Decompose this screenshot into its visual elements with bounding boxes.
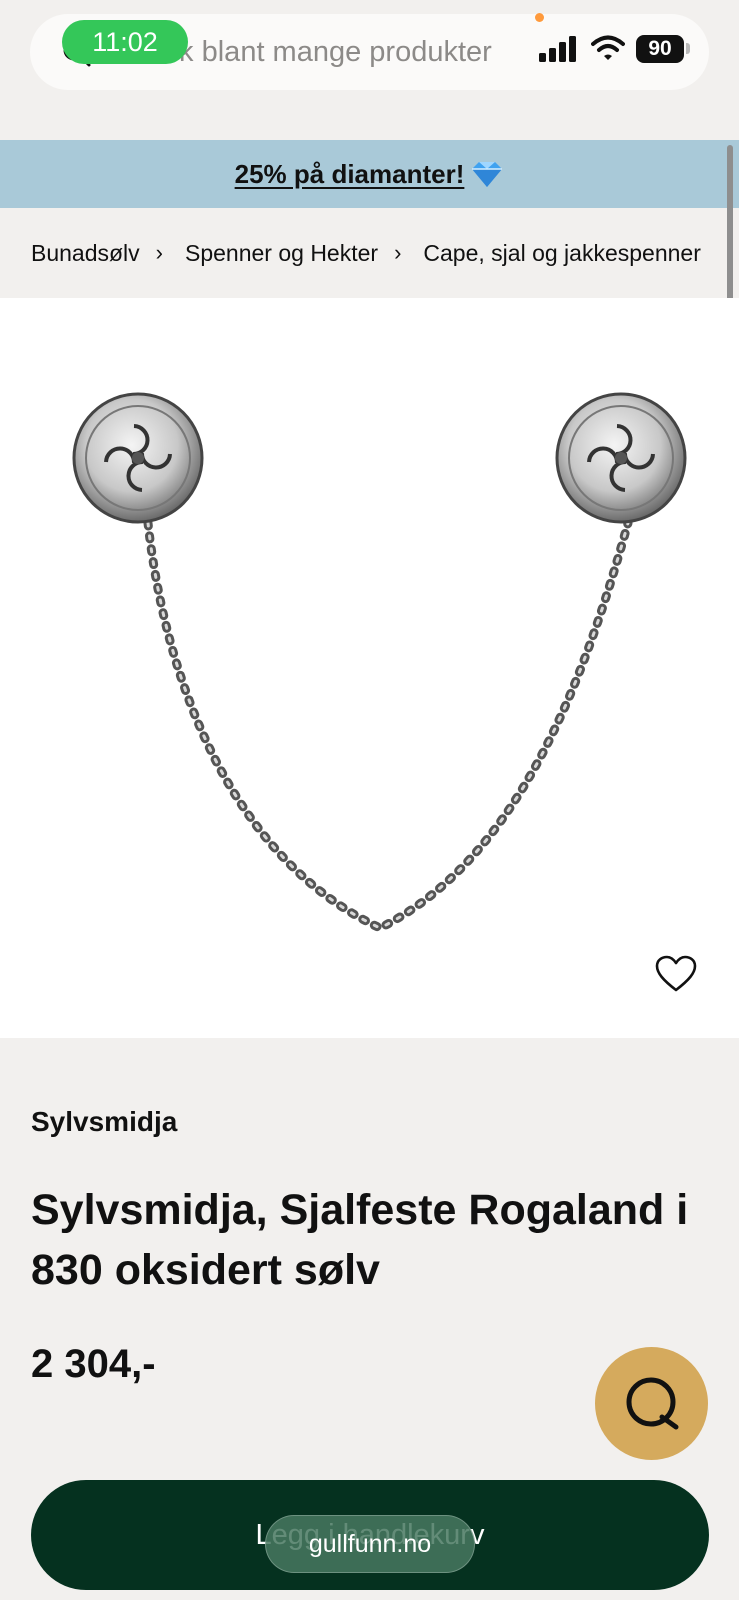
signal-icon	[539, 36, 576, 62]
breadcrumb-item-spenner-og-hekter[interactable]: Spenner og Hekter	[185, 240, 378, 267]
breadcrumb-item-cape-sjal-jakkespenner[interactable]: Cape, sjal og jakkespenner	[423, 240, 700, 267]
heart-icon[interactable]	[655, 955, 697, 993]
chat-icon	[626, 1377, 678, 1429]
product-title: Sylvsmidja, Sjalfeste Rogaland i 830 oks…	[31, 1186, 689, 1294]
promo-link[interactable]: 25% på diamanter!	[235, 159, 465, 190]
status-time: 11:02	[62, 20, 188, 64]
url-pill[interactable]: gullfunn.no	[265, 1515, 475, 1573]
product-image[interactable]	[0, 298, 739, 1038]
chat-button[interactable]	[595, 1347, 708, 1460]
breadcrumb-item-bunadsolv[interactable]: Bunadsølv	[31, 240, 140, 267]
diamond-icon	[472, 162, 503, 187]
product-photo	[72, 392, 687, 933]
battery-cap	[686, 43, 690, 54]
product-brand[interactable]: Sylvsmidja	[31, 1106, 177, 1138]
promo-banner[interactable]: 25% på diamanter!	[0, 140, 739, 208]
chevron-right-icon: ›	[155, 240, 163, 265]
breadcrumb: Bunadsølv › Spenner og Hekter › Cape, sj…	[0, 208, 739, 298]
chevron-right-icon: ›	[394, 240, 402, 265]
product-price: 2 304,-	[31, 1342, 156, 1386]
wifi-icon	[591, 35, 625, 60]
search-input[interactable]: Søk blant mange produkter	[142, 36, 492, 69]
privacy-indicator	[535, 13, 544, 22]
battery-indicator: 90	[636, 35, 684, 63]
